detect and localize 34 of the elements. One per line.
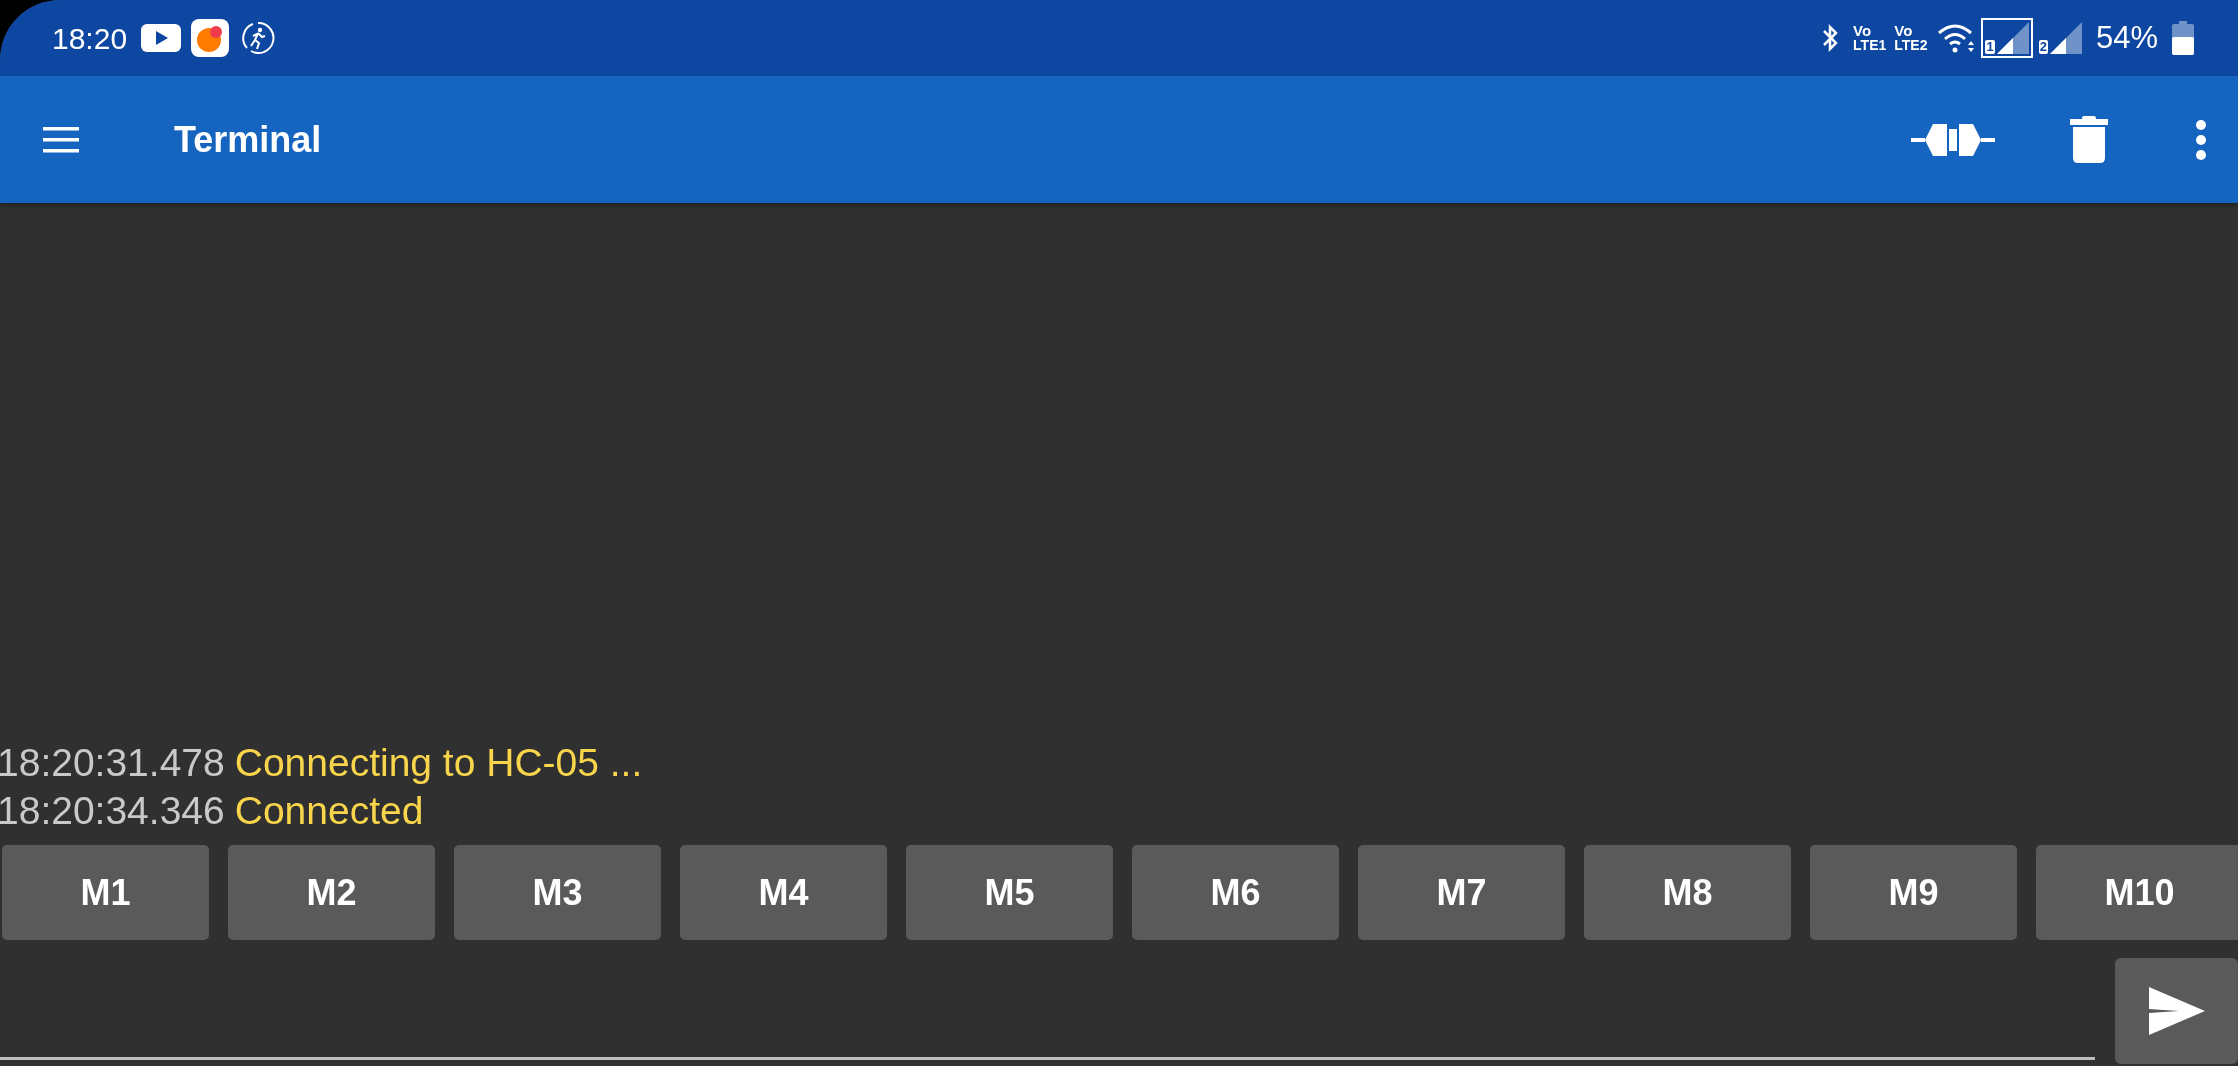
lte-label: LTE2	[1894, 38, 1928, 53]
sim-label: 1	[1985, 40, 1995, 54]
more-icon	[2195, 119, 2207, 160]
clock: 18:20	[52, 20, 128, 57]
log-timestamp: 18:20:31.478	[0, 740, 225, 786]
macro-button[interactable]: M7	[1358, 845, 1565, 940]
macro-button[interactable]: M9	[1810, 845, 2017, 940]
menu-icon	[43, 126, 79, 153]
macro-button[interactable]: M8	[1584, 845, 1791, 940]
log-message: Connected	[234, 788, 424, 834]
trash-icon	[2070, 115, 2108, 164]
log-message: Connecting to HC-05 ...	[234, 740, 643, 786]
macro-button[interactable]: M3	[454, 845, 661, 940]
sim-label: 2	[2038, 40, 2048, 54]
play-icon	[141, 22, 182, 54]
signal-icon	[1996, 22, 2029, 54]
battery-percent: 54%	[2095, 18, 2158, 57]
volte-label: Vo	[1894, 23, 1913, 38]
log-timestamp: 18:20:34.346	[0, 788, 225, 834]
volte-label: Vo	[1853, 23, 1872, 38]
app-icon	[191, 19, 230, 57]
macro-button[interactable]: M6	[1132, 845, 1339, 940]
send-button[interactable]	[2115, 958, 2238, 1064]
app-title: Terminal	[174, 117, 322, 162]
bluetooth-icon	[1821, 23, 1840, 53]
macro-button[interactable]: M2	[228, 845, 435, 940]
running-person-icon	[241, 21, 276, 55]
lte-label: LTE1	[1853, 38, 1887, 53]
macro-button[interactable]: M1	[2, 845, 209, 940]
macro-button[interactable]: M4	[680, 845, 887, 940]
send-icon	[2148, 987, 2205, 1035]
battery-icon	[2172, 21, 2194, 55]
macro-button[interactable]: M5	[906, 845, 1113, 940]
macro-button[interactable]: M10	[2036, 845, 2238, 940]
